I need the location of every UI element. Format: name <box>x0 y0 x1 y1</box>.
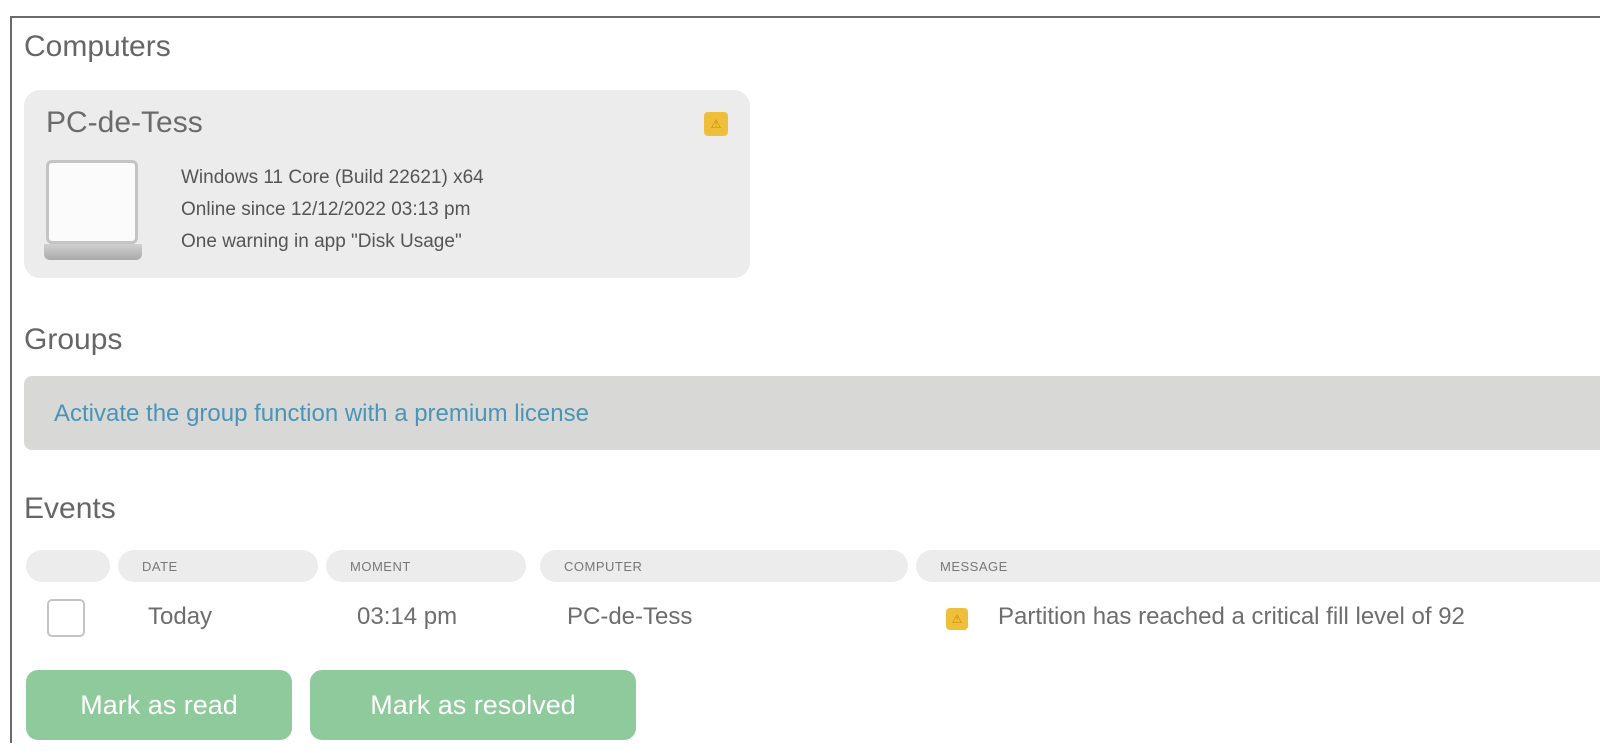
computer-card[interactable]: PC-de-Tess ⚠ Windows 11 Core (Build 2262… <box>24 90 750 278</box>
mark-as-read-button[interactable]: Mark as read <box>26 670 292 740</box>
column-header-computer[interactable]: COMPUTER <box>540 550 908 582</box>
column-header-select <box>26 550 110 582</box>
warning-icon: ⚠ <box>704 112 728 136</box>
column-header-moment[interactable]: MOMENT <box>326 550 526 582</box>
groups-heading: Groups <box>24 323 123 356</box>
column-header-date[interactable]: DATE <box>118 550 318 582</box>
event-row-checkbox[interactable] <box>47 599 85 637</box>
event-message: Partition has reached a critical fill le… <box>998 603 1465 630</box>
computers-heading: Computers <box>24 30 171 63</box>
mark-as-resolved-button[interactable]: Mark as resolved <box>310 670 636 740</box>
event-date: Today <box>148 603 213 630</box>
computer-online-since: Online since 12/12/2022 03:13 pm <box>181 199 471 220</box>
computer-icon <box>44 160 144 264</box>
events-heading: Events <box>24 492 116 525</box>
column-header-message[interactable]: MESSAGE <box>916 550 1600 582</box>
premium-license-link[interactable]: Activate the group function with a premi… <box>54 400 589 428</box>
warning-icon: ⚠ <box>946 608 968 630</box>
computer-warning-text: One warning in app "Disk Usage" <box>181 231 462 252</box>
computer-name: PC-de-Tess <box>46 106 203 139</box>
computer-details: Windows 11 Core (Build 22621) x64 Online… <box>181 162 484 258</box>
groups-banner: Activate the group function with a premi… <box>24 376 1600 450</box>
computer-os: Windows 11 Core (Build 22621) x64 <box>181 167 484 188</box>
event-computer: PC-de-Tess <box>567 603 693 630</box>
event-moment: 03:14 pm <box>357 603 458 630</box>
